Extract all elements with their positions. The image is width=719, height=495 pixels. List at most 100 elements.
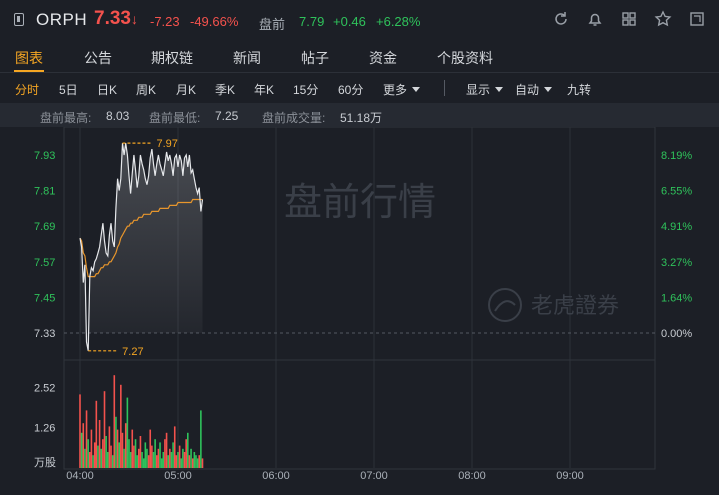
- ticker-symbol: ORPH: [36, 10, 88, 29]
- x-tick: 08:00: [458, 470, 486, 482]
- volume-bar: [185, 439, 187, 468]
- y-tick-right: 3.27%: [661, 257, 692, 269]
- watermark: 盘前行情 老虎證券: [284, 182, 619, 322]
- volume-bar: [191, 458, 194, 468]
- period-monthly[interactable]: 月K: [176, 81, 196, 98]
- volume-bar: [180, 458, 183, 468]
- x-tick: 07:00: [360, 470, 388, 482]
- volume-bar: [147, 455, 150, 468]
- volume-bar: [152, 452, 155, 468]
- watermark-title: 盘前行情: [284, 182, 436, 224]
- volume-bar: [79, 394, 81, 468]
- volume-bar: [128, 439, 130, 468]
- tab-posts[interactable]: 帖子: [301, 48, 329, 68]
- display-dropdown[interactable]: 显示: [466, 81, 504, 98]
- volume-bar: [165, 432, 168, 468]
- chart-toolbar: 分时 5日 日K 周K 月K 季K 年K 15分 60分 更多 显示 自动 九转: [0, 73, 719, 103]
- tab-options-chain[interactable]: 期权链: [151, 48, 193, 68]
- period-quarterly[interactable]: 季K: [215, 81, 235, 98]
- volume-bar: [90, 429, 93, 468]
- y-tick-right: 4.91%: [661, 221, 692, 233]
- nine-turn-button[interactable]: 九转: [567, 81, 591, 98]
- document-icon[interactable]: [14, 13, 24, 26]
- volume-bar: [172, 442, 174, 468]
- volume-bar: [201, 458, 204, 468]
- high-value: 8.03: [106, 109, 130, 123]
- volume-bar: [198, 455, 201, 468]
- premarket-stats: 盘前最高: 8.03 盘前最低: 7.25 盘前成交量: 51.18万: [0, 103, 719, 127]
- volume-bar: [120, 384, 122, 468]
- volume-axis: 2.52 1.26 万股: [34, 382, 56, 469]
- volume-bar: [136, 455, 138, 468]
- tiger-logo-mark: [494, 300, 516, 312]
- last-price: 7.33↓: [94, 8, 138, 29]
- volume-bar: [87, 439, 89, 468]
- star-icon[interactable]: [654, 10, 672, 28]
- y-tick-right: 1.64%: [661, 292, 692, 304]
- volume-bar: [124, 423, 127, 468]
- period-60min[interactable]: 60分: [338, 81, 363, 98]
- tab-chart[interactable]: 图表: [15, 48, 43, 68]
- volume-bar: [160, 458, 163, 468]
- volume-bar: [190, 448, 192, 468]
- low-marker-label: 7.27: [122, 346, 143, 358]
- auto-dropdown[interactable]: 自动: [515, 81, 553, 98]
- volume-bar: [98, 420, 101, 468]
- volume-bar: [108, 426, 111, 468]
- tab-profile[interactable]: 个股资料: [437, 48, 493, 68]
- period-daily[interactable]: 日K: [97, 81, 117, 98]
- more-dropdown[interactable]: 更多: [383, 81, 421, 98]
- low-label: 盘前最低:: [149, 111, 201, 125]
- chevron-down-icon: [544, 87, 553, 92]
- grid-icon[interactable]: [620, 10, 638, 28]
- volume-bar: [175, 455, 178, 468]
- intraday-chart[interactable]: 盘前行情 老虎證券 7.93 7.81 7.69 7.57 7.45 7.33 8.19%…: [0, 127, 719, 495]
- volume-bar: [188, 455, 191, 468]
- period-intraday[interactable]: 分时: [15, 81, 39, 98]
- volume-bar: [89, 452, 91, 468]
- volume-bar: [105, 436, 107, 468]
- volume-unit: 万股: [34, 456, 56, 469]
- x-tick: 09:00: [556, 470, 584, 482]
- volume-bar: [169, 448, 171, 468]
- y-tick-right: 6.55%: [661, 186, 692, 198]
- volume-bar: [110, 445, 112, 468]
- volume-bar: [85, 410, 88, 468]
- price-change-pct: -49.66%: [190, 14, 239, 29]
- period-weekly[interactable]: 周K: [136, 81, 156, 98]
- tab-announcements[interactable]: 公告: [84, 48, 112, 68]
- period-15min[interactable]: 15分: [293, 81, 318, 98]
- y-axis-left: 7.93 7.81 7.69 7.57 7.45 7.33: [34, 150, 55, 340]
- premarket-change: +0.46: [333, 14, 366, 29]
- tab-capital[interactable]: 资金: [369, 48, 397, 68]
- tab-news[interactable]: 新闻: [233, 48, 261, 68]
- volume-label: 盘前成交量:: [262, 111, 326, 125]
- volume-bar: [97, 445, 99, 468]
- volume-bar: [162, 452, 165, 468]
- volume-bar: [121, 432, 124, 468]
- volume-bar: [177, 452, 179, 468]
- volume-bar: [129, 452, 132, 468]
- volume-tick: 1.26: [34, 423, 55, 435]
- watermark-brand: 老虎證券: [531, 293, 619, 318]
- volume-bar: [157, 448, 160, 468]
- volume-value: 51.18万: [340, 111, 383, 125]
- volume-bar: [141, 452, 143, 468]
- volume-bar: [133, 445, 135, 468]
- volume-bar: [84, 448, 86, 468]
- volume-bar: [95, 400, 98, 468]
- volume-bar: [182, 448, 184, 468]
- chevron-down-icon: [495, 87, 504, 92]
- expand-icon[interactable]: [688, 10, 706, 28]
- bell-icon[interactable]: [586, 10, 604, 28]
- volume-bar: [151, 445, 153, 468]
- y-tick-left: 7.45: [34, 292, 55, 304]
- refresh-icon[interactable]: [552, 10, 570, 28]
- volume-bar: [173, 426, 176, 468]
- period-yearly[interactable]: 年K: [254, 81, 274, 98]
- x-tick: 05:00: [164, 470, 192, 482]
- high-marker-label: 7.97: [156, 138, 177, 150]
- low-value: 7.25: [215, 109, 239, 123]
- period-5day[interactable]: 5日: [59, 81, 78, 98]
- y-axis-right: 8.19% 6.55% 4.91% 3.27% 1.64% 0.00%: [661, 150, 692, 340]
